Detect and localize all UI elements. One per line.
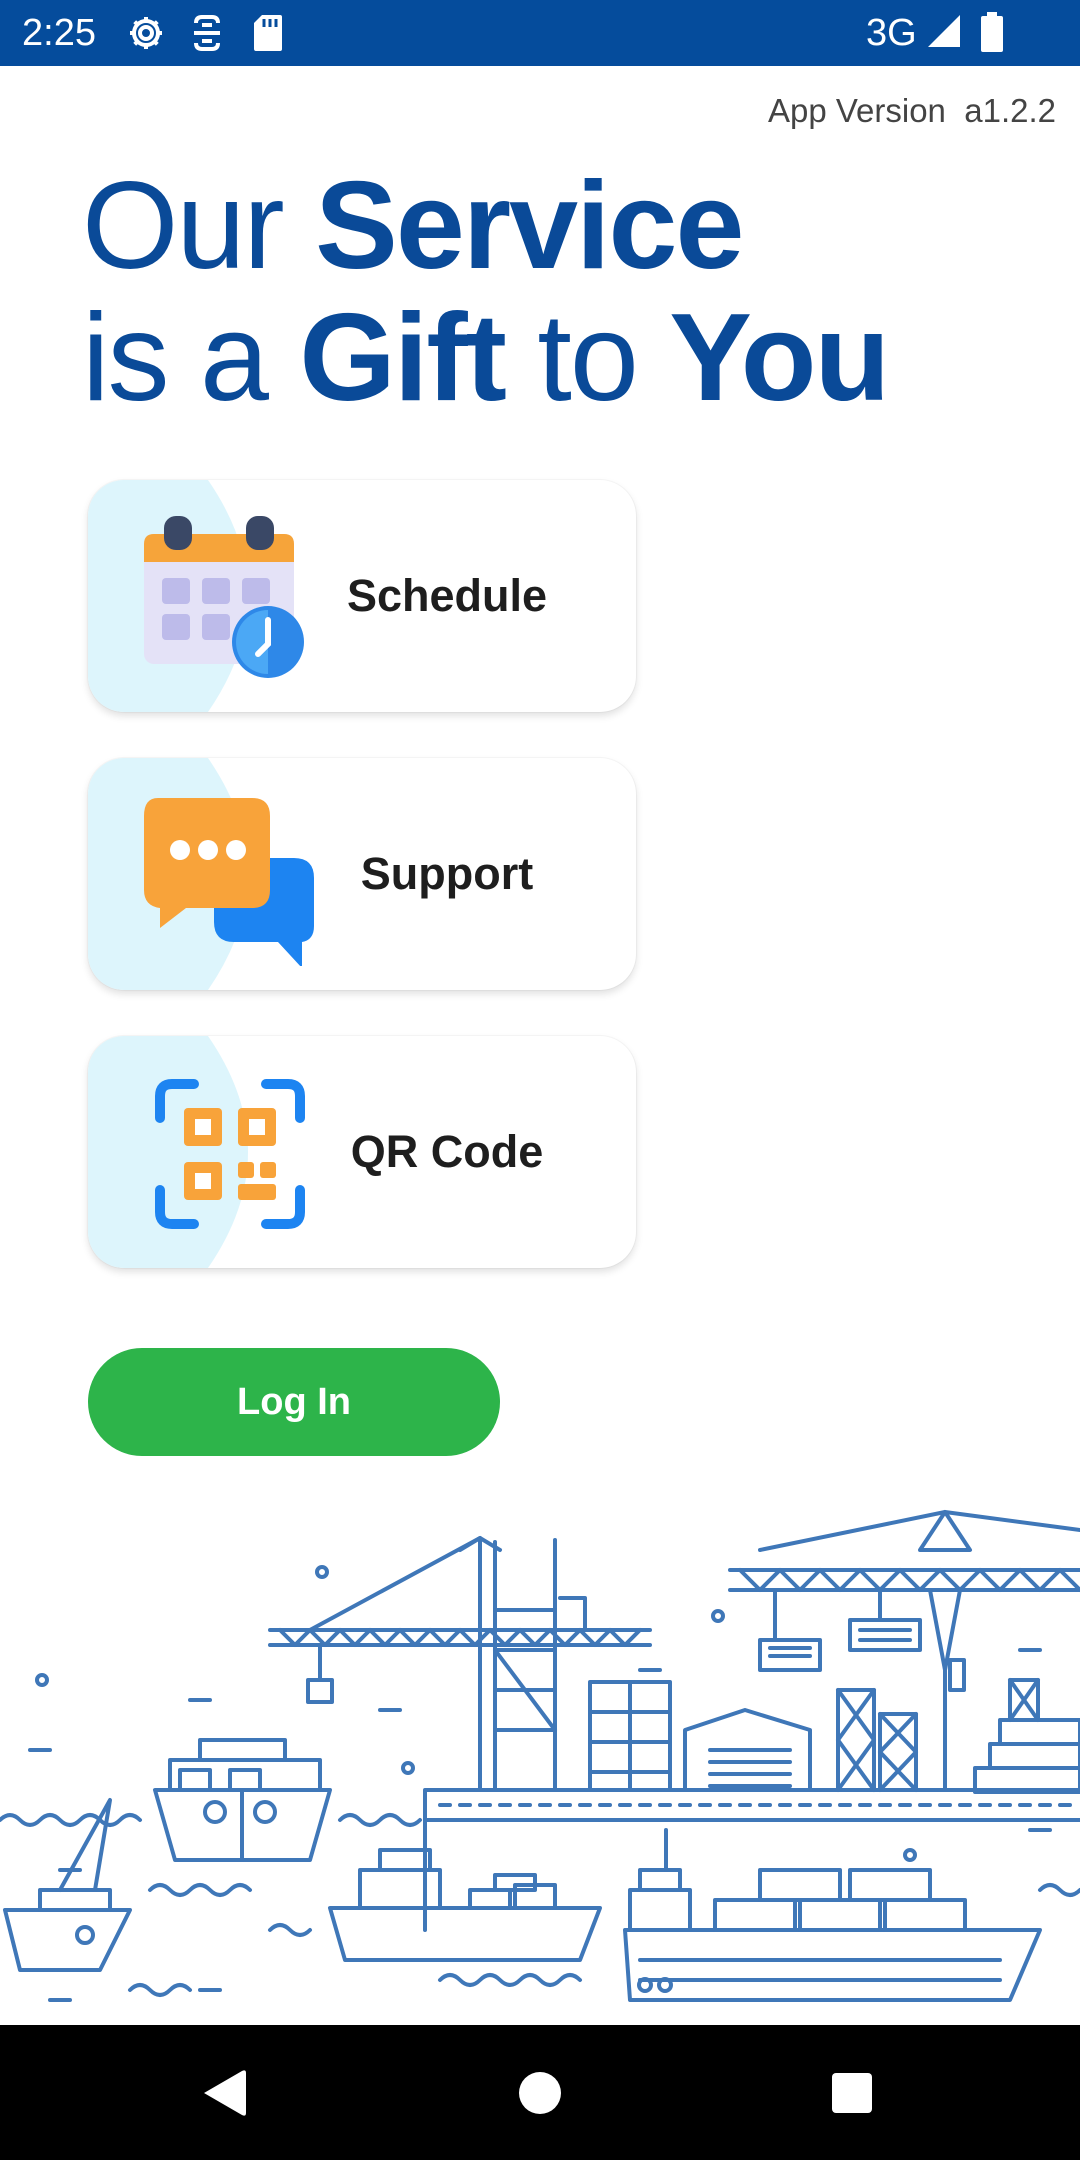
- gear-icon: [130, 17, 162, 49]
- battery-icon: [981, 12, 1003, 52]
- qr-code-card[interactable]: QR Code: [88, 1036, 636, 1268]
- home-button[interactable]: [480, 2025, 600, 2160]
- login-button[interactable]: Log In: [88, 1348, 500, 1456]
- home-icon: [519, 2071, 561, 2114]
- back-icon: [204, 2069, 246, 2116]
- headline-text: Our: [82, 157, 316, 295]
- support-card[interactable]: Support: [88, 758, 636, 990]
- headline-text: is a: [82, 289, 300, 427]
- schedule-label: Schedule: [346, 570, 548, 621]
- sim-icon: [194, 15, 220, 51]
- back-button[interactable]: [164, 2025, 284, 2160]
- headline-text-bold: You: [669, 289, 890, 427]
- navigation-bar: [0, 2025, 1080, 2160]
- app-version-label: App Version a1.2.2: [767, 92, 1056, 129]
- recents-button[interactable]: [792, 2025, 912, 2160]
- headline-text-bold: Service: [315, 157, 744, 295]
- qr-code-label: QR Code: [350, 1126, 544, 1177]
- headline: Our Service is a Gift to You: [82, 160, 890, 427]
- headline-text: to: [504, 289, 670, 427]
- signal-icon: [928, 15, 960, 47]
- network-type: 3G: [866, 12, 917, 54]
- headline-line-1: Our Service: [82, 160, 888, 292]
- schedule-card[interactable]: Schedule: [88, 480, 636, 712]
- support-label: Support: [360, 848, 534, 899]
- headline-line-2: is a Gift to You: [82, 289, 890, 427]
- status-bar: 2:25 3G: [0, 0, 1080, 66]
- recents-icon: [832, 2072, 872, 2113]
- headline-text-bold: Gift: [299, 289, 506, 427]
- sd-card-icon: [254, 15, 282, 51]
- status-time: 2:25: [22, 12, 96, 54]
- harbor-illustration: [0, 1510, 1080, 2002]
